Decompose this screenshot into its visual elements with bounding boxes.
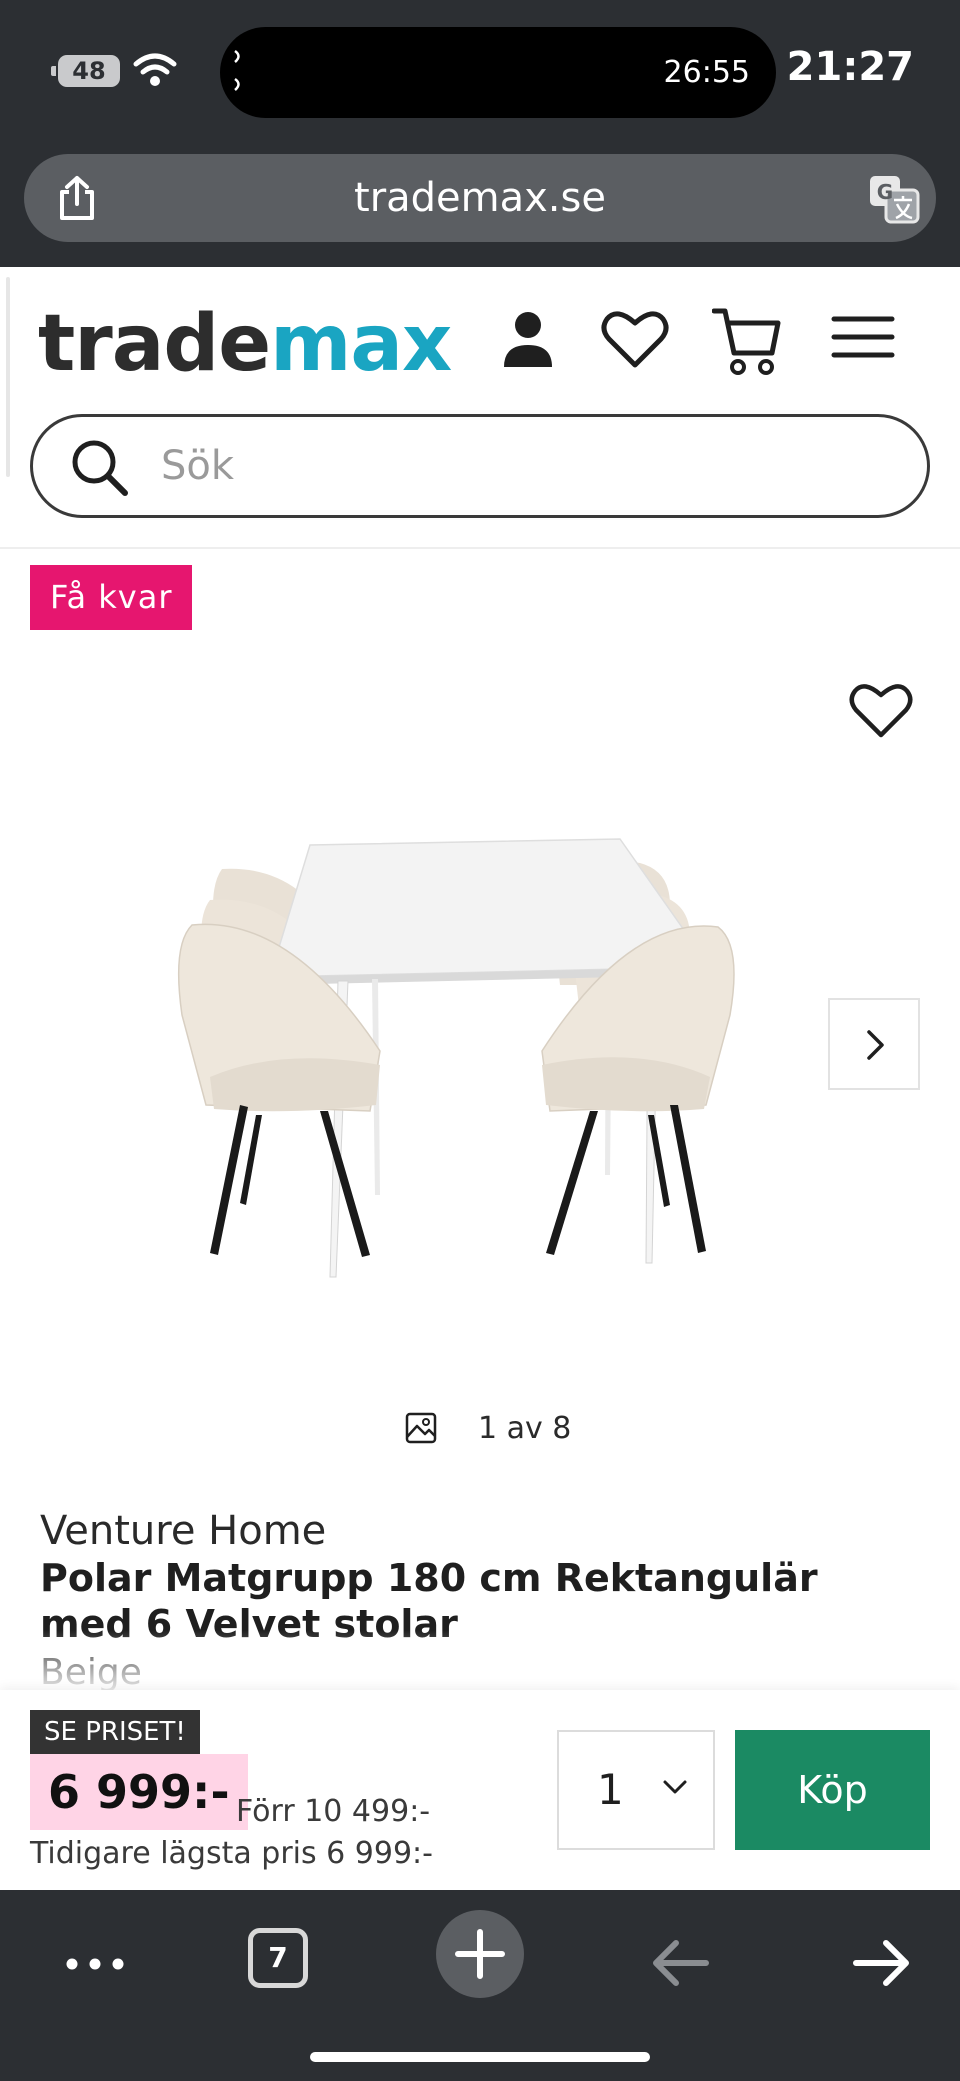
account-button[interactable] [498, 307, 558, 371]
quantity-select[interactable]: 1 [557, 1730, 715, 1850]
arrow-right-icon [853, 1940, 909, 1986]
promo-label: SE PRISET! [30, 1710, 200, 1754]
image-counter[interactable]: 1 av 8 [404, 1408, 571, 1448]
more-icon [66, 1958, 124, 1970]
logo-text-trade: trade [38, 299, 271, 389]
battery-indicator: 48 [51, 55, 120, 87]
image-counter-text: 1 av 8 [478, 1410, 572, 1446]
current-price: 6 999:- [30, 1754, 248, 1830]
quantity-value: 1 [597, 1765, 624, 1814]
svg-text:G: G [877, 180, 893, 204]
status-bar: 48 26:55 21:27 [0, 0, 960, 140]
lowest-price-note: Tidigare lägsta pris 6 999:- [30, 1836, 433, 1871]
forward-button[interactable] [846, 1928, 916, 1998]
activity-icon [234, 49, 240, 91]
more-button[interactable] [62, 1934, 128, 1994]
cart-icon [711, 308, 781, 375]
scroll-indicator [6, 277, 10, 477]
content-fade [0, 1630, 960, 1690]
buy-bar: SE PRISET! 6 999:- Förr 10 499:- Tidigar… [0, 1690, 960, 1890]
old-price: Förr 10 499:- [236, 1794, 431, 1829]
wifi-icon [133, 53, 177, 86]
url-text: trademax.se [354, 175, 606, 221]
site-header: trademax [0, 267, 960, 549]
heart-icon [601, 311, 669, 368]
plus-icon [455, 1929, 505, 1979]
cart-button[interactable] [711, 307, 782, 377]
new-tab-button[interactable] [436, 1910, 524, 1998]
translate-icon[interactable]: G [868, 174, 920, 224]
product-image[interactable] [170, 815, 770, 1295]
menu-button[interactable] [830, 307, 896, 367]
search-input[interactable] [161, 431, 861, 501]
back-button[interactable] [646, 1928, 716, 1998]
search-bar[interactable] [30, 414, 930, 518]
user-icon [504, 312, 552, 367]
dynamic-island[interactable]: 26:55 [220, 27, 776, 118]
product-favorite-button[interactable] [848, 680, 914, 740]
buy-button[interactable]: Köp [735, 1730, 930, 1850]
clock: 21:27 [786, 44, 914, 90]
logo-text-max: max [270, 299, 452, 389]
next-image-button[interactable] [828, 998, 920, 1090]
menu-icon [831, 316, 895, 358]
tabs-button[interactable]: 7 [248, 1928, 308, 1988]
address-bar[interactable]: trademax.se G [24, 154, 936, 242]
arrow-left-icon [653, 1940, 709, 1986]
browser-toolbar: 7 [0, 1890, 960, 2081]
stock-badge: Få kvar [30, 565, 193, 630]
heart-icon [849, 684, 913, 738]
trademax-logo[interactable]: trademax [38, 299, 452, 389]
gallery-icon [405, 1412, 437, 1444]
product-brand[interactable]: Venture Home [40, 1508, 326, 1554]
search-icon [72, 440, 128, 496]
wishlist-button[interactable] [600, 307, 670, 371]
chevron-right-icon [867, 1030, 884, 1060]
browser-address-area: trademax.se G [0, 140, 960, 267]
chevron-down-icon [663, 1780, 687, 1794]
home-indicator[interactable] [310, 2052, 650, 2062]
timer-text: 26:55 [663, 55, 750, 90]
